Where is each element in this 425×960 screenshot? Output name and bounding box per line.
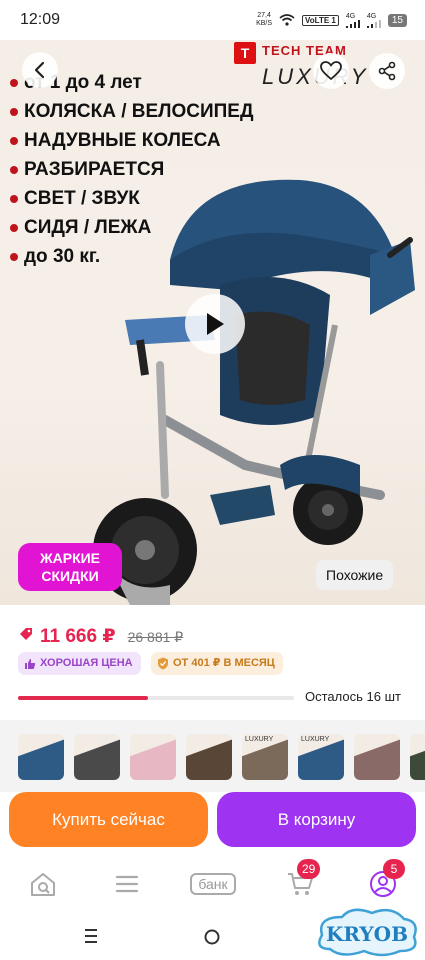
- purchase-actions: Купить сейчас В корзину: [0, 792, 425, 848]
- nav-profile[interactable]: 5: [367, 859, 405, 900]
- product-image: [93, 179, 415, 605]
- home-circle-icon[interactable]: [204, 929, 220, 945]
- related-thumbnails: LUXURY LUXURY: [0, 720, 425, 792]
- svg-text:KRYOB: KRYOB: [326, 922, 408, 946]
- network-speed-unit: KB/S: [256, 20, 273, 27]
- good-price-badge[interactable]: ХОРОШАЯ ЦЕНА: [18, 652, 141, 675]
- price-row: 11 666 ₽ 26 881 ₽: [18, 625, 183, 648]
- signal-2: 4G: [366, 12, 381, 28]
- price-tag-icon: [20, 628, 32, 640]
- thumbnail-item[interactable]: [74, 734, 120, 780]
- network-speed: 27,4 KB/S: [256, 12, 272, 28]
- profile-count-badge: 5: [383, 859, 405, 879]
- feature-text: НАДУВНЫЕ КОЛЕСА: [24, 130, 221, 151]
- battery-indicator: 15: [387, 13, 407, 27]
- network-speed-value: 27,4: [257, 12, 271, 19]
- feature-item: КОЛЯСКА / ВЕЛОСИПЕД: [10, 97, 254, 126]
- recent-apps-icon[interactable]: [84, 928, 98, 944]
- bullet-icon: [10, 252, 18, 261]
- thumbnail-label: LUXURY: [245, 736, 274, 743]
- play-icon: [207, 313, 224, 335]
- hot-discount-badge[interactable]: ЖАРКИЕ СКИДКИ: [18, 543, 122, 591]
- back-button[interactable]: [22, 52, 58, 88]
- add-to-cart-button[interactable]: В корзину: [217, 792, 416, 847]
- stock-remaining: Осталось 16 шт: [305, 689, 401, 704]
- status-bar: 12:09 27,4 KB/S VoLTE 1 4G 4G 15: [0, 0, 425, 40]
- favorite-button[interactable]: [313, 53, 349, 89]
- status-indicators: 27,4 KB/S VoLTE 1 4G 4G 15: [256, 12, 407, 28]
- status-time: 12:09: [20, 11, 61, 28]
- signal-1-icon: [345, 19, 360, 28]
- thumbs-up-icon: [25, 658, 36, 669]
- catalog-icon: [115, 875, 139, 893]
- price-card: 11 666 ₽ 26 881 ₽ ХОРОШАЯ ЦЕНА ОТ 401 ₽ …: [0, 605, 425, 720]
- play-video-button[interactable]: [185, 294, 245, 354]
- heart-icon: [320, 61, 342, 81]
- thumbnail-item[interactable]: LUXURY: [298, 734, 344, 780]
- thumbnail-item[interactable]: [354, 734, 400, 780]
- bullet-icon: [10, 165, 18, 174]
- bullet-icon: [10, 194, 18, 203]
- volte-indicator: VoLTE 1: [302, 14, 339, 26]
- thumbnail-item[interactable]: [410, 734, 425, 780]
- feature-item: НАДУВНЫЕ КОЛЕСА: [10, 126, 254, 155]
- old-price: 26 881 ₽: [127, 629, 184, 645]
- signal-1: 4G: [345, 12, 360, 28]
- brand-mark-icon: T: [234, 42, 256, 64]
- thumbnail-item[interactable]: [18, 734, 64, 780]
- cart-count-badge: 29: [297, 859, 321, 879]
- nav-cart[interactable]: 29: [283, 859, 321, 900]
- bullet-icon: [10, 107, 18, 116]
- current-price: 11 666 ₽: [40, 626, 116, 647]
- bullet-icon: [10, 78, 18, 87]
- shield-icon: [158, 657, 168, 670]
- installment-label: ОТ 401 ₽ В МЕСЯЦ: [173, 657, 275, 669]
- signal-1-type: 4G: [345, 12, 356, 20]
- thumbnail-item[interactable]: [130, 734, 176, 780]
- chevron-left-icon: [34, 61, 45, 79]
- thumbnail-label: LUXURY: [301, 736, 330, 743]
- kryob-watermark-logo: KRYOB: [318, 908, 417, 957]
- stock-progress-bar: [18, 696, 294, 700]
- thumbnail-item[interactable]: LUXURY: [242, 734, 288, 780]
- bank-label: банк: [190, 873, 236, 895]
- feature-text: КОЛЯСКА / ВЕЛОСИПЕД: [24, 101, 254, 122]
- signal-2-type: 4G: [366, 12, 377, 20]
- share-button[interactable]: [369, 53, 405, 89]
- good-price-label: ХОРОШАЯ ЦЕНА: [40, 657, 133, 669]
- thumbnail-item[interactable]: [186, 734, 232, 780]
- bullet-icon: [10, 223, 18, 232]
- thumbnail-list: LUXURY LUXURY: [18, 734, 425, 780]
- buy-now-button[interactable]: Купить сейчас: [9, 792, 208, 847]
- nav-home[interactable]: [28, 868, 58, 900]
- home-search-icon: [31, 873, 55, 896]
- bullet-icon: [10, 136, 18, 145]
- share-icon: [378, 61, 396, 81]
- nav-catalog[interactable]: [112, 868, 142, 900]
- signal-2-icon: [366, 19, 381, 28]
- nav-bank[interactable]: банк: [185, 868, 241, 900]
- wifi-icon: [279, 14, 295, 26]
- product-gallery[interactable]: от 1 до 4 лет КОЛЯСКА / ВЕЛОСИПЕД НАДУВН…: [0, 40, 425, 605]
- stock-progress-fill: [18, 696, 148, 700]
- similar-button[interactable]: Похожие: [316, 560, 394, 590]
- installment-badge[interactable]: ОТ 401 ₽ В МЕСЯЦ: [151, 652, 283, 675]
